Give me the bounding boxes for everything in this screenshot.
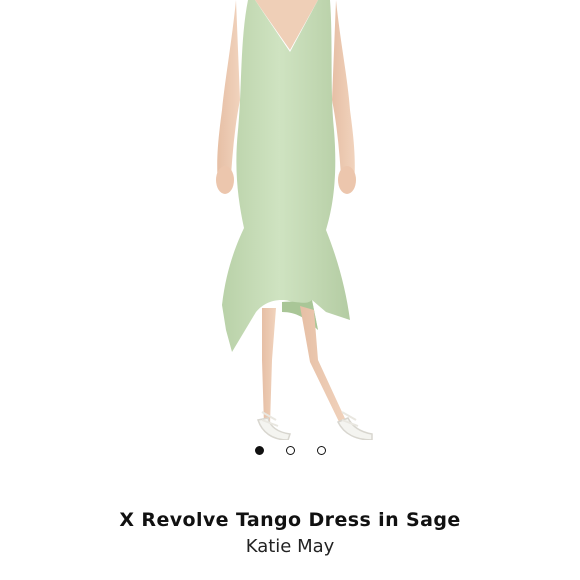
product-title[interactable]: X Revolve Tango Dress in Sage [0, 507, 580, 533]
product-brand[interactable]: Katie May [0, 534, 580, 560]
right-leg [300, 306, 348, 428]
left-leg [262, 308, 276, 425]
dress [222, 0, 350, 352]
product-info: X Revolve Tango Dress in Sage Katie May [0, 507, 580, 560]
carousel-dot-1[interactable] [254, 446, 264, 455]
product-image[interactable] [0, 0, 580, 441]
carousel-dots [0, 446, 580, 460]
dress-photo [216, 0, 373, 441]
carousel-dot-2[interactable] [285, 446, 295, 455]
right-arm [332, 0, 355, 190]
carousel-dot-3[interactable] [316, 446, 326, 455]
